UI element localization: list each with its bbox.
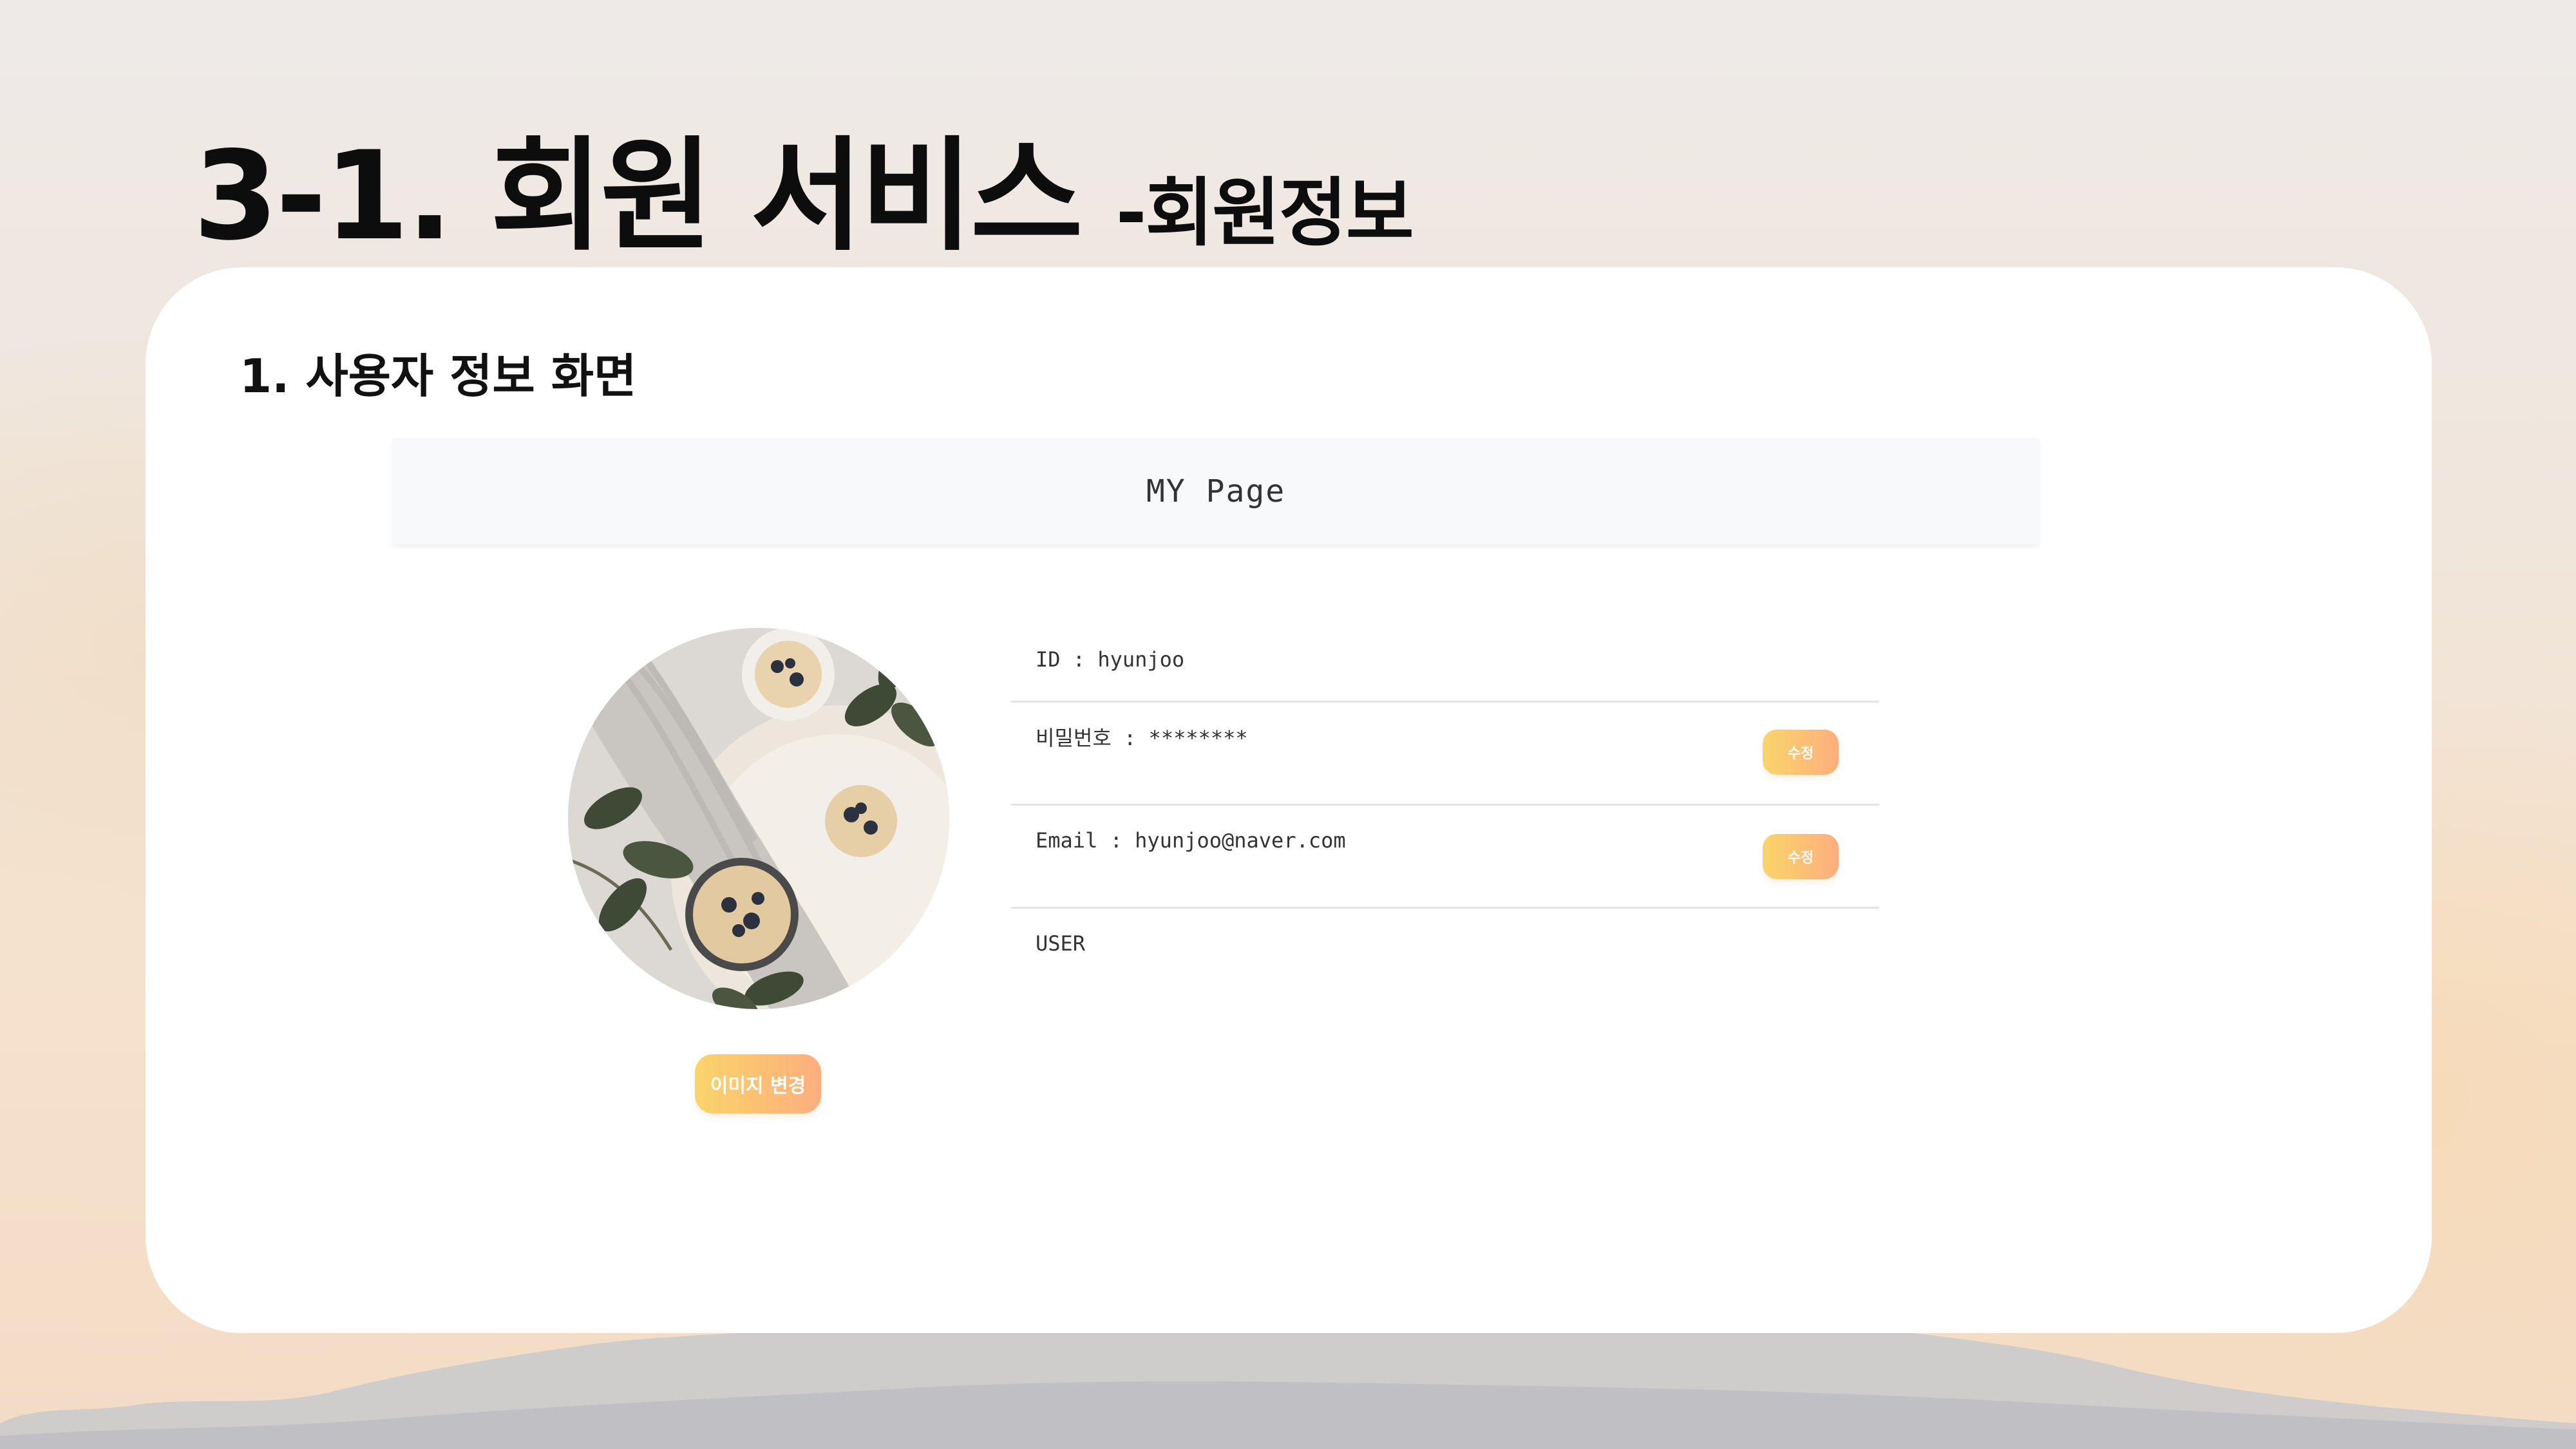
info-row-role: USER <box>1011 909 1879 1005</box>
slide-title: 3-1. 회원 서비스 -회원정보 <box>193 97 1414 274</box>
user-role-text: USER <box>1036 931 1086 956</box>
user-info-list: ID : hyunjoo 비밀번호 : ******** 수정 Email : … <box>1011 618 1879 1005</box>
slide-title-subtitle: -회원정보 <box>1115 170 1414 256</box>
email-text: Email : hyunjoo@naver.com <box>1036 828 1346 853</box>
password-text: 비밀번호 : ******** <box>1036 726 1248 750</box>
info-row-email: Email : hyunjoo@naver.com 수정 <box>1011 806 1879 909</box>
content-card: 1. 사용자 정보 화면 MY Page 이미지 변경 ID: hyunjoo… <box>146 267 2432 1333</box>
info-row-id: ID : hyunjoo <box>1011 618 1879 703</box>
slide-title-main: 3-1. 회원 서비스 <box>193 125 1083 267</box>
mypage-header: MY Page <box>393 438 2039 544</box>
user-id-text: ID : hyunjoo <box>1036 647 1185 672</box>
info-row-password: 비밀번호 : ******** 수정 <box>1011 703 1879 806</box>
section-heading: 1. 사용자 정보 화면 <box>240 349 637 403</box>
change-image-button[interactable]: 이미지 변경 <box>695 1054 821 1113</box>
mypage-title: MY Page <box>1146 473 1286 509</box>
edit-email-button[interactable]: 수정 <box>1763 834 1839 879</box>
food-photo-icon <box>568 628 949 1009</box>
edit-password-button[interactable]: 수정 <box>1763 730 1839 775</box>
profile-image <box>568 628 949 1009</box>
